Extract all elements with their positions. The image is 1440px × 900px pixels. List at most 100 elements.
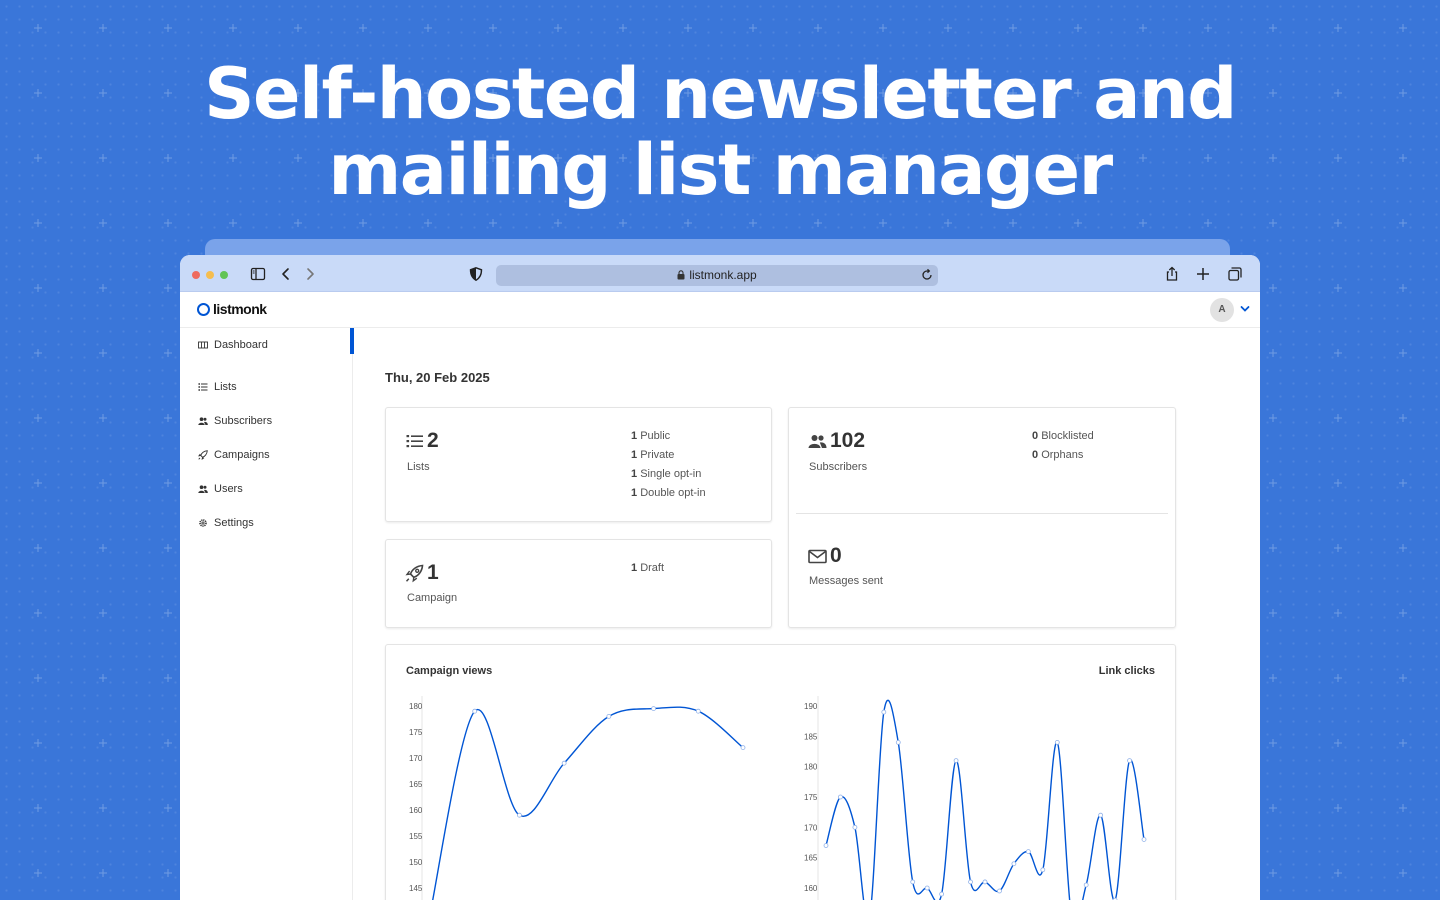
data-point	[895, 740, 901, 745]
lists-stats: 1 Public 1 Private 1 Single opt-in 1 Dou…	[631, 427, 706, 503]
data-point	[740, 745, 746, 750]
card-divider	[796, 513, 1168, 514]
data-point	[651, 706, 656, 712]
data-point	[881, 709, 887, 715]
data-point	[939, 891, 945, 897]
y-tick-label: 180	[409, 702, 423, 711]
data-point	[823, 843, 829, 848]
lists-label: Lists	[407, 461, 430, 473]
dashboard-main: Thu, 20 Feb 2025 2 Lists 1 Public 1 Priv…	[353, 328, 1260, 900]
share-icon[interactable]	[1164, 266, 1180, 282]
sidebar-item-settings[interactable]: Settings	[188, 506, 352, 540]
user-avatar[interactable]: A	[1210, 298, 1234, 322]
list-icon	[406, 435, 423, 448]
privacy-shield-icon[interactable]	[468, 266, 484, 282]
users-icon	[808, 434, 827, 448]
link-clicks-chart[interactable]: 190 185 180 175 170 165 160	[782, 685, 1177, 900]
list-icon	[198, 383, 208, 391]
sidebar-toggle-icon[interactable]	[250, 266, 266, 282]
stat-private: 1 Private	[631, 449, 675, 461]
sidebar-item-subscribers[interactable]: Subscribers	[188, 404, 352, 438]
rocket-icon	[198, 450, 208, 460]
data-point	[838, 794, 843, 800]
stat-blocklisted: 0 Blocklisted	[1032, 430, 1094, 442]
reload-icon[interactable]	[920, 268, 934, 282]
data-point	[1083, 882, 1089, 888]
lists-card[interactable]: 2 Lists 1 Public 1 Private 1 Single opt-…	[385, 407, 772, 522]
hero-line-2: mailing list manager	[328, 129, 1113, 211]
charts-card: Campaign views Link clicks 180 175 170 165 1…	[385, 644, 1176, 900]
y-tick-label: 175	[409, 728, 423, 737]
campaign-views-title: Campaign views	[406, 665, 493, 677]
chevron-down-icon[interactable]	[1239, 303, 1251, 315]
sidebar-item-label: Dashboard	[214, 339, 268, 351]
sidebar-item-label: Subscribers	[214, 415, 273, 427]
subscribers-stats: 0 Blocklisted 0 Orphans	[1032, 427, 1094, 465]
close-window-button[interactable]	[192, 271, 200, 279]
campaigns-card[interactable]: 1 Campaign 1 Draft	[385, 539, 772, 628]
data-point	[1011, 861, 1017, 867]
rocket-icon	[405, 564, 424, 582]
subscribers-label: Subscribers	[809, 461, 868, 473]
data-point	[1054, 740, 1060, 745]
gear-icon	[199, 519, 207, 527]
data-point	[1098, 812, 1104, 818]
campaigns-stats: 1 Draft	[631, 559, 664, 578]
data-point	[953, 758, 959, 763]
lists-count: 2	[427, 429, 439, 452]
stat-single-optin: 1 Single opt-in	[631, 468, 702, 480]
data-point	[472, 708, 478, 714]
y-tick-label: 165	[409, 780, 423, 789]
address-bar[interactable]: listmonk.app	[496, 265, 938, 286]
tab-overview-icon[interactable]	[1227, 266, 1243, 282]
logo-text: listmonk	[213, 301, 267, 317]
sidebar-item-users[interactable]: Users	[188, 472, 352, 506]
mail-icon	[808, 549, 827, 563]
stat-draft: 1 Draft	[631, 562, 665, 574]
data-point	[968, 879, 973, 885]
messages-count: 0	[830, 544, 842, 567]
y-tick-label: 165	[804, 854, 818, 863]
y-tick-label: 185	[804, 732, 818, 741]
data-point	[1040, 867, 1046, 873]
y-tick-label: 175	[804, 793, 818, 802]
y-tick-label: 190	[804, 702, 818, 711]
zoom-window-button[interactable]	[220, 271, 228, 279]
sidebar-item-label: Users	[214, 483, 243, 495]
data-point	[1025, 849, 1031, 855]
series-line	[825, 699, 1145, 900]
forward-arrow-icon[interactable]	[302, 266, 318, 282]
users-icon	[198, 485, 208, 493]
back-arrow-icon[interactable]	[278, 266, 294, 282]
sidebar-nav: Dashboard Lists Subscribers Campaigns Us…	[188, 328, 354, 900]
campaign-views-chart[interactable]: 180 175 170 165 160 155 150 145	[386, 685, 781, 900]
listmonk-logo[interactable]: listmonk	[197, 301, 267, 317]
campaigns-count: 1	[427, 561, 439, 584]
sidebar-item-label: Settings	[214, 517, 254, 529]
minimize-window-button[interactable]	[206, 271, 214, 279]
stat-public: 1 Public	[631, 430, 671, 442]
lock-icon	[677, 270, 685, 280]
dashboard-date: Thu, 20 Feb 2025	[385, 370, 490, 385]
messages-label: Messages sent	[809, 575, 883, 587]
subscribers-count: 102	[830, 429, 866, 452]
hero-line-1: Self-hosted newsletter and	[204, 53, 1237, 135]
y-tick-label: 155	[409, 832, 423, 841]
new-tab-icon[interactable]	[1195, 266, 1211, 282]
campaigns-label: Campaign	[407, 592, 458, 604]
link-clicks-title: Link clicks	[1098, 665, 1155, 677]
y-tick-label: 180	[804, 763, 818, 772]
hero-heading: Self-hosted newsletter and mailing list …	[0, 56, 1440, 208]
sidebar-item-lists[interactable]: Lists	[188, 370, 352, 404]
sidebar-item-campaigns[interactable]: Campaigns	[188, 438, 352, 472]
y-tick-label: 150	[409, 858, 423, 867]
url-text: listmonk.app	[689, 268, 757, 282]
series-line	[432, 706, 744, 900]
y-tick-label: 160	[409, 806, 423, 815]
users-icon	[198, 417, 208, 425]
stat-double-optin: 1 Double opt-in	[631, 487, 706, 499]
y-tick-label: 170	[409, 754, 423, 763]
sidebar-item-dashboard[interactable]: Dashboard	[188, 328, 352, 362]
app-header: listmonk A	[180, 292, 1260, 328]
subscribers-card[interactable]: 102 Subscribers 0 Blocklisted 0 Orphans …	[788, 407, 1176, 628]
